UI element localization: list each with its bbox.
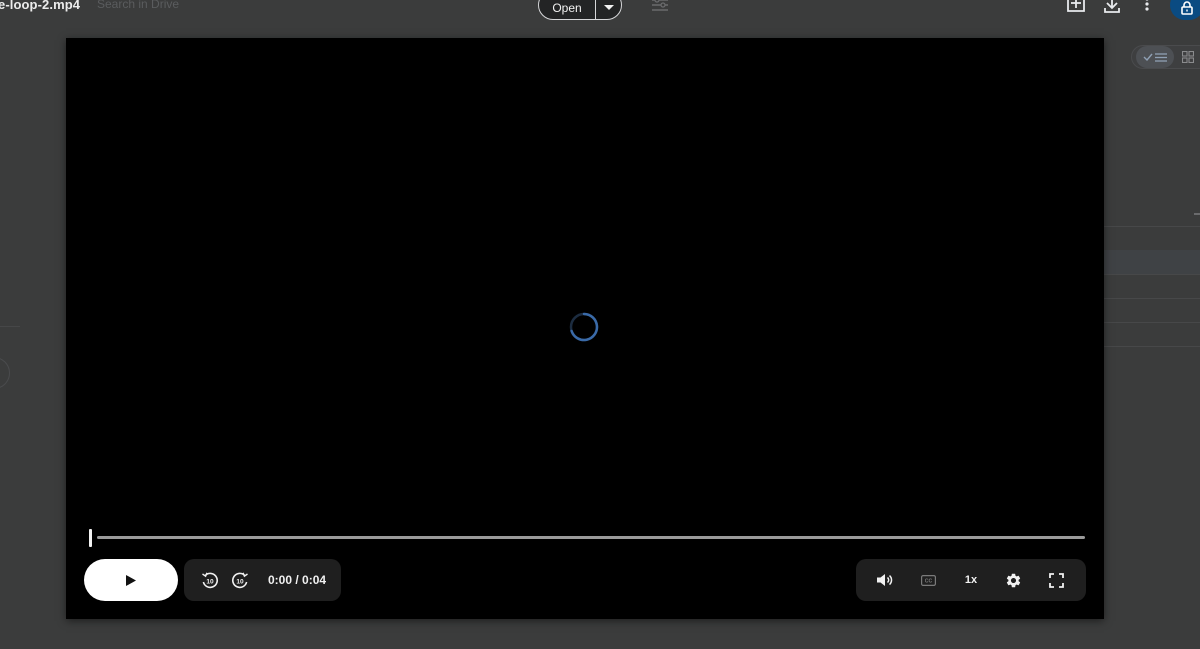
open-with-dropdown-button[interactable] (596, 0, 621, 19)
player-settings-group: CC 1x (856, 559, 1086, 601)
list-divider (1104, 274, 1200, 275)
open-with-button-group: Open (538, 0, 622, 20)
svg-text:CC: CC (924, 578, 932, 584)
list-divider (1104, 346, 1200, 347)
play-icon (126, 574, 136, 586)
list-sort-indicator (1194, 213, 1200, 215)
open-button[interactable]: Open (539, 0, 595, 19)
new-window-icon[interactable] (1067, 0, 1085, 18)
sidebar-divider (0, 326, 20, 327)
captions-button[interactable]: CC (912, 564, 944, 596)
list-row-selected[interactable] (1104, 250, 1200, 274)
search-placeholder[interactable]: Search in Drive (97, 0, 179, 11)
video-player[interactable]: 10 10 0:00 / 0:04 CC 1x (66, 38, 1104, 619)
sidebar-pill-button[interactable] (0, 357, 10, 389)
rewind-seconds-label: 10 (206, 578, 214, 585)
more-vert-icon[interactable] (1144, 0, 1150, 16)
forward-10-icon: 10 (232, 572, 248, 589)
list-divider (1104, 322, 1200, 323)
loading-spinner-icon (569, 312, 599, 342)
grid-view-option[interactable] (1182, 46, 1194, 68)
progress-bar[interactable] (97, 536, 1085, 539)
filter-icon[interactable] (652, 0, 668, 17)
forward-seconds-label: 10 (236, 578, 244, 585)
captions-icon: CC (920, 574, 936, 586)
list-view-icon (1155, 52, 1167, 62)
list-view-option[interactable] (1136, 46, 1174, 68)
forward-10-button[interactable]: 10 (224, 564, 256, 596)
download-icon[interactable] (1104, 0, 1120, 18)
play-button[interactable] (84, 559, 178, 601)
settings-icon (1007, 573, 1021, 587)
playback-speed-label: 1x (964, 574, 978, 586)
playback-speed-button[interactable]: 1x (955, 564, 987, 596)
settings-button[interactable] (998, 564, 1030, 596)
file-title: e-loop-2.mp4 (0, 0, 81, 12)
check-icon (1143, 53, 1153, 61)
caret-down-icon (603, 4, 614, 10)
rewind-10-button[interactable]: 10 (194, 564, 226, 596)
playback-controls-group: 10 10 0:00 / 0:04 (184, 559, 341, 601)
fullscreen-button[interactable] (1041, 564, 1073, 596)
lock-icon (1181, 1, 1193, 15)
share-lock-button[interactable] (1170, 0, 1200, 20)
volume-button[interactable] (869, 564, 901, 596)
view-toggle[interactable] (1131, 45, 1200, 69)
fullscreen-icon (1049, 572, 1064, 588)
list-divider (1104, 298, 1200, 299)
volume-icon (877, 574, 893, 586)
time-display: 0:00 / 0:04 (268, 573, 327, 587)
grid-view-icon (1182, 51, 1194, 63)
progress-scrubber-handle[interactable] (89, 529, 92, 547)
list-divider (1104, 226, 1200, 227)
rewind-10-icon: 10 (202, 572, 218, 589)
